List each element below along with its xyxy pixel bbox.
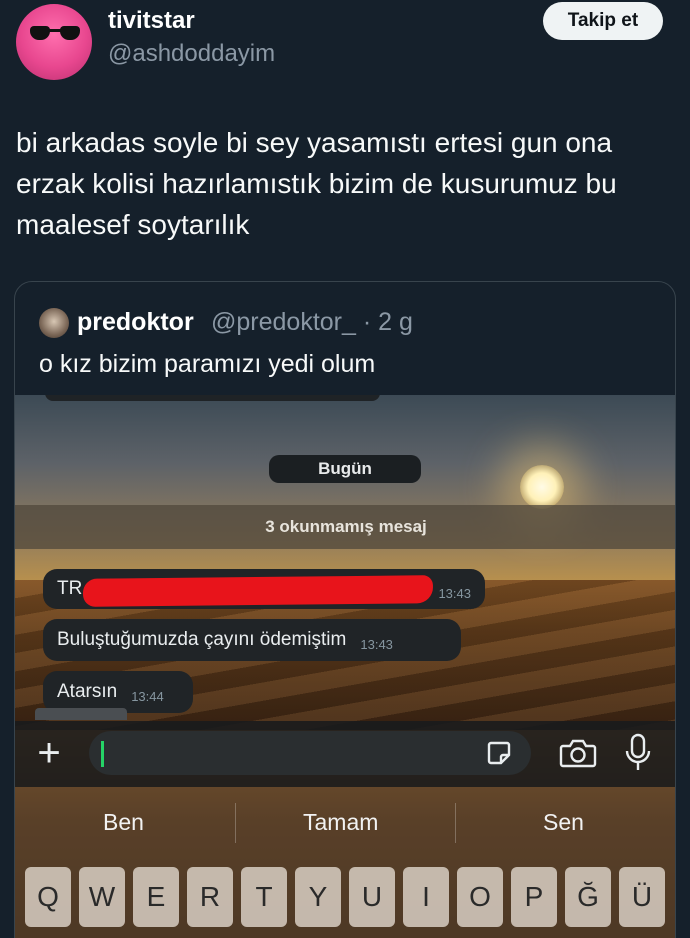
message-text: Buluştuğumuzda çayını ödemiştim [57, 629, 347, 650]
vehicle-silhouette [35, 708, 127, 720]
suggestion-word[interactable]: Sen [543, 809, 584, 836]
sunglasses-graphic [30, 26, 80, 42]
sun-graphic [520, 465, 564, 509]
key[interactable]: Ü [619, 867, 665, 927]
key[interactable]: P [511, 867, 557, 927]
key[interactable]: O [457, 867, 503, 927]
key[interactable]: Ğ [565, 867, 611, 927]
text-cursor [101, 741, 104, 767]
sticker-icon[interactable] [485, 739, 513, 767]
key[interactable]: R [187, 867, 233, 927]
plus-icon[interactable]: + [31, 731, 67, 775]
key[interactable]: W [79, 867, 125, 927]
key[interactable]: T [241, 867, 287, 927]
keyboard-suggestion-bar: Ben Tamam Sen [15, 787, 675, 857]
chat-screenshot-image[interactable]: Bugün 3 okunmamış mesaj TR 13:43 Buluştu… [15, 395, 675, 938]
quoted-author-avatar [39, 308, 69, 338]
author-handle[interactable]: @ashdoddayim [108, 40, 275, 68]
key[interactable]: U [349, 867, 395, 927]
key[interactable]: E [133, 867, 179, 927]
message-time: 13:44 [131, 688, 164, 704]
key[interactable]: Q [25, 867, 71, 927]
microphone-icon[interactable] [623, 733, 653, 773]
date-separator: Bugün [269, 455, 421, 483]
tweet-text: bi arkadas soyle bi sey yasamıstı ertesi… [16, 127, 617, 240]
message-time: 13:43 [360, 636, 393, 652]
on-screen-keyboard: Q W E R T Y U I O P Ğ Ü [15, 857, 675, 938]
author-display-name[interactable]: tivitstar [108, 7, 195, 35]
key[interactable]: Y [295, 867, 341, 927]
quoted-tweet-card[interactable]: predoktor @predoktor_ · 2 g o kız bizim … [14, 281, 676, 938]
suggestion-divider [455, 803, 456, 843]
previous-message-edge [45, 395, 380, 401]
author-avatar[interactable] [16, 4, 92, 80]
suggestion-divider [235, 803, 236, 843]
quoted-tweet-text: o kız bizim paramızı yedi olum [39, 350, 376, 378]
message-text: TR [57, 578, 83, 599]
message-input-field[interactable] [89, 731, 531, 775]
message-time: 13:43 [438, 585, 471, 601]
message-bubble: Atarsın 13:44 [43, 671, 193, 713]
message-bubble: Buluştuğumuzda çayını ödemiştim 13:43 [43, 619, 461, 661]
key[interactable]: I [403, 867, 449, 927]
red-redaction-scribble [82, 575, 434, 607]
suggestion-word[interactable]: Ben [103, 809, 144, 836]
message-input-bar: + [15, 721, 675, 787]
suggestion-word[interactable]: Tamam [303, 809, 378, 836]
message-text: Atarsın [57, 681, 118, 702]
unread-messages-banner: 3 okunmamış mesaj [15, 505, 675, 549]
quoted-author-name: predoktor [77, 308, 194, 336]
follow-button[interactable]: Takip et [543, 2, 663, 40]
quoted-author-meta: @predoktor_ · 2 g [211, 308, 413, 336]
camera-icon[interactable] [559, 737, 597, 769]
